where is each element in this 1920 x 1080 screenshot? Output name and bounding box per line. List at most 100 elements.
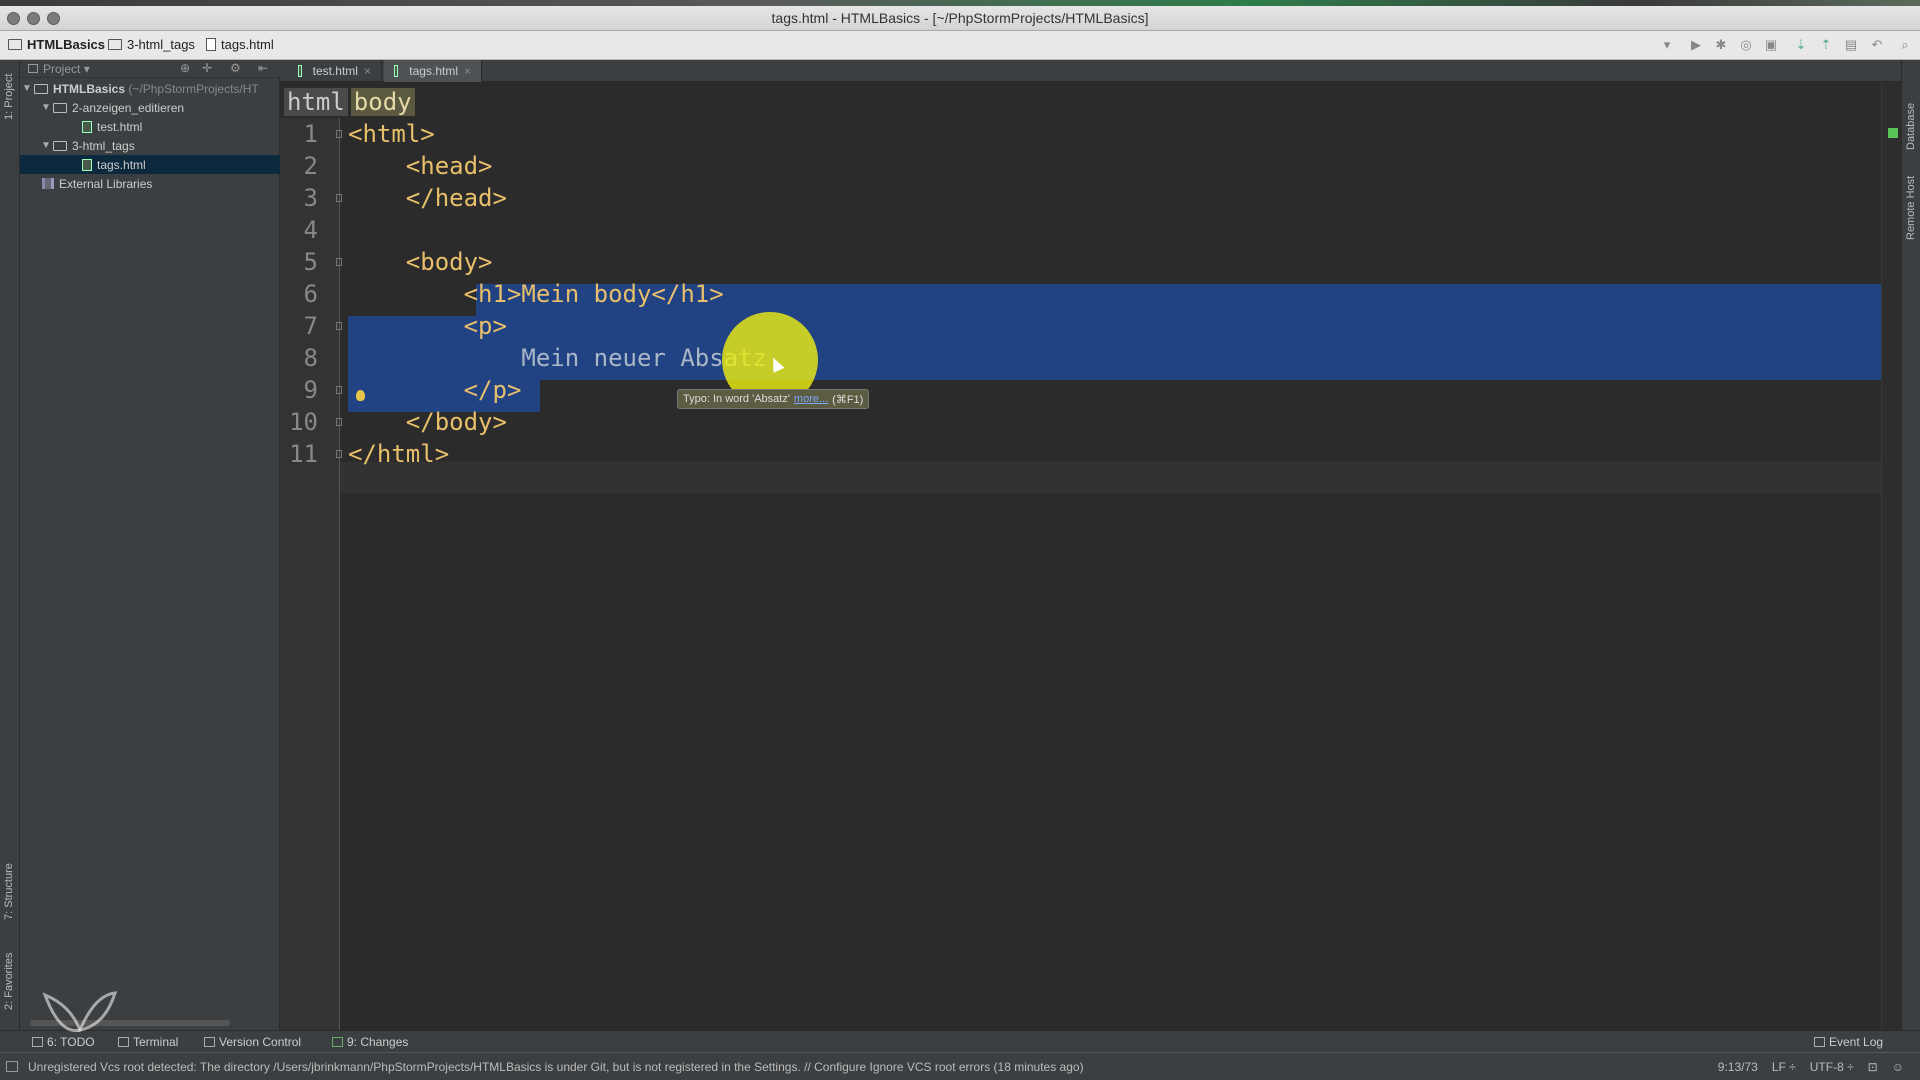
hide-panel-icon[interactable]: ⇤ [258, 61, 268, 75]
tool-icon[interactable]: ▣ [1764, 38, 1778, 52]
status-message[interactable]: Unregistered Vcs root detected: The dire… [28, 1060, 1084, 1074]
fold-marker-icon[interactable] [336, 450, 342, 458]
expand-arrow-icon[interactable]: ▼ [20, 83, 34, 94]
favorites-tool-tab[interactable]: 2: Favorites [3, 953, 15, 1010]
lightbulb-icon[interactable] [356, 390, 365, 401]
collapse-icon[interactable]: ✛ [202, 61, 212, 75]
navigation-bar: HTMLBasics 3-html_tags tags.html ▾ ▶ ✱ ◎… [0, 31, 1920, 60]
tag-crumb-body[interactable]: body [350, 88, 415, 116]
line-number: 2 [303, 152, 318, 180]
code-editor[interactable]: html body 1 2 3 4 5 6 7 8 9 10 11 <html>… [280, 82, 1881, 1030]
typo-tooltip: Typo: In word 'Absatz' more... (⌘F1) [677, 389, 870, 409]
line-number: 10 [289, 408, 318, 436]
html-file-icon [298, 65, 302, 77]
folder-icon [8, 39, 22, 50]
fold-marker-icon[interactable] [336, 386, 342, 394]
debug-icon[interactable]: ✱ [1714, 38, 1728, 52]
line-separator-selector[interactable]: LF ÷ [1772, 1060, 1796, 1074]
folder-icon [53, 140, 67, 151]
code-line: Mein neuer Absatz [348, 344, 768, 372]
changes-tool-button[interactable]: 9: Changes [332, 1035, 408, 1049]
breadcrumb-file[interactable]: tags.html [206, 37, 274, 52]
folder-icon [108, 39, 122, 50]
code-line: </html> [348, 440, 450, 468]
remote-host-tool-tab[interactable]: Remote Host [1905, 176, 1917, 240]
line-number: 4 [303, 216, 318, 244]
library-icon [42, 178, 54, 189]
project-tool-tab[interactable]: 1: Project [3, 74, 15, 120]
vcs-update-icon[interactable]: ⇣ [1794, 38, 1808, 52]
tag-crumb-html[interactable]: html [284, 88, 348, 116]
run-config-dropdown-icon[interactable]: ▾ [1660, 38, 1674, 52]
tree-item-folder-html-tags[interactable]: ▼ 3-html_tags [20, 136, 280, 155]
line-number: 11 [289, 440, 318, 468]
lock-icon[interactable]: ⊡ [1868, 1060, 1878, 1074]
vcs-compare-icon[interactable]: ▤ [1844, 38, 1858, 52]
editor-vertical-scrollbar[interactable] [1881, 82, 1901, 1030]
tooltip-more-link[interactable]: more... [794, 393, 828, 405]
window-title-bar: tags.html - HTMLBasics - [~/PhpStormProj… [0, 0, 1920, 31]
fold-marker-icon[interactable] [336, 322, 342, 330]
status-bar: Unregistered Vcs root detected: The dire… [0, 1052, 1920, 1080]
breadcrumb-folder[interactable]: 3-html_tags [108, 37, 195, 52]
fold-marker-icon[interactable] [336, 258, 342, 266]
line-number: 8 [303, 344, 318, 372]
fold-marker-icon[interactable] [336, 418, 342, 426]
fold-marker-icon[interactable] [336, 194, 342, 202]
window-title: tags.html - HTMLBasics - [~/PhpStormProj… [771, 10, 1149, 26]
locate-icon[interactable]: ⊕ [180, 61, 190, 75]
file-icon [206, 38, 216, 51]
code-line: </head> [348, 184, 507, 212]
line-number: 7 [303, 312, 318, 340]
code-line: <p> [348, 312, 507, 340]
tree-item-test-html[interactable]: test.html [20, 117, 280, 136]
version-control-tool-button[interactable]: Version Control [204, 1035, 301, 1049]
breadcrumb-project[interactable]: HTMLBasics [8, 37, 105, 52]
tab-tags-html[interactable]: tags.html × [384, 60, 482, 82]
undo-icon[interactable]: ↶ [1870, 38, 1884, 52]
inspection-status-indicator[interactable] [1888, 128, 1898, 138]
line-number: 1 [303, 120, 318, 148]
tag-breadcrumb: html body [284, 88, 415, 116]
folder-icon [34, 83, 48, 94]
bottom-tool-bar: 6: TODO Terminal Version Control 9: Chan… [0, 1030, 1920, 1052]
toggle-tool-windows-icon[interactable] [6, 1061, 18, 1072]
folder-icon [53, 102, 67, 113]
fold-marker-icon[interactable] [336, 130, 342, 138]
line-number: 5 [303, 248, 318, 276]
tree-item-project-root[interactable]: ▼ HTMLBasics (~/PhpStormProjects/HT [20, 79, 280, 98]
line-number-gutter: 1 2 3 4 5 6 7 8 9 10 11 [280, 118, 342, 1030]
code-line: </body> [348, 408, 507, 436]
current-line-highlight [340, 462, 1881, 494]
code-line: <head> [348, 152, 493, 180]
close-tab-icon[interactable]: × [464, 64, 471, 78]
inspector-icon[interactable]: ☺ [1892, 1060, 1904, 1074]
database-tool-tab[interactable]: Database [1905, 103, 1917, 150]
expand-arrow-icon[interactable]: ▼ [39, 102, 53, 113]
code-line: <h1>Mein body</h1> [348, 280, 724, 308]
terminal-tool-button[interactable]: Terminal [118, 1035, 178, 1049]
run-icon[interactable]: ▶ [1689, 38, 1703, 52]
vcs-commit-icon[interactable]: ⇡ [1819, 38, 1833, 52]
expand-arrow-icon[interactable]: ▼ [39, 140, 53, 151]
code-line: <body> [348, 248, 493, 276]
gear-icon[interactable]: ⚙ [230, 61, 241, 75]
line-number: 3 [303, 184, 318, 212]
tree-item-folder-anzeigen[interactable]: ▼ 2-anzeigen_editieren [20, 98, 280, 117]
project-view-selector[interactable]: Project ▾ [28, 62, 90, 76]
structure-tool-tab[interactable]: 7: Structure [3, 863, 15, 920]
event-log-button[interactable]: Event Log [1814, 1035, 1883, 1049]
search-icon[interactable]: ⌕ [1898, 38, 1912, 52]
caret-position[interactable]: 9:13/73 [1718, 1060, 1758, 1074]
tree-item-external-libraries[interactable]: External Libraries [20, 174, 280, 193]
project-panel: Project ▾ ⊕ ✛ ⚙ ⇤ ▼ HTMLBasics (~/PhpSto… [20, 60, 280, 1030]
version-control-icon [204, 1037, 215, 1047]
close-tab-icon[interactable]: × [364, 64, 371, 78]
tree-item-tags-html[interactable]: tags.html [20, 155, 280, 174]
html-file-icon [394, 65, 399, 77]
project-view-icon [28, 64, 38, 73]
encoding-selector[interactable]: UTF-8 ÷ [1810, 1060, 1854, 1074]
html-file-icon [82, 158, 92, 171]
tab-test-html[interactable]: test.html × [288, 60, 382, 82]
coverage-icon[interactable]: ◎ [1739, 38, 1753, 52]
